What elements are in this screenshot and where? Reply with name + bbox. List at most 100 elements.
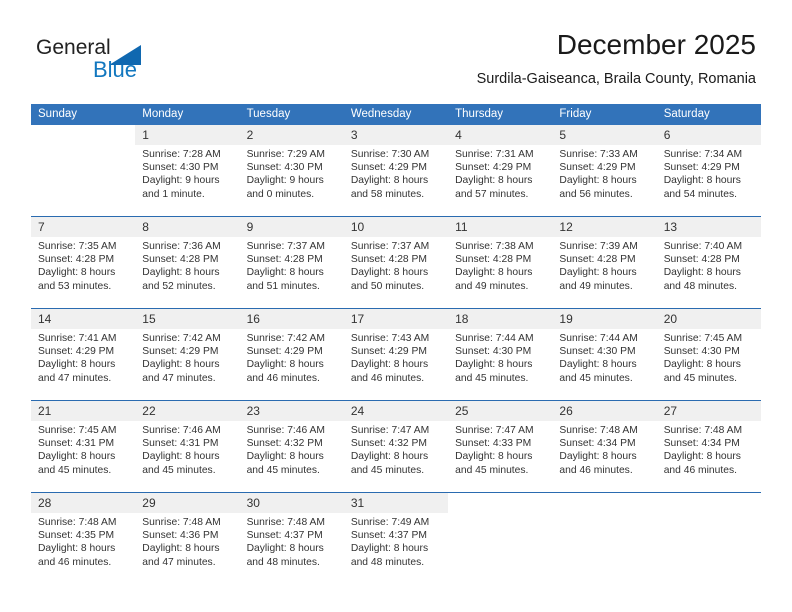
day-info-cell: Sunrise: 7:48 AM Sunset: 4:35 PM Daylight:…	[31, 513, 136, 584]
day-daylight-line: Daylight: 8 hours	[38, 451, 116, 463]
day-number[interactable]: 26	[552, 400, 657, 421]
day-sunrise-line: Sunrise: 7:42 AM	[246, 333, 325, 344]
day-daylight-line: and 47 minutes.	[38, 372, 112, 384]
day-daylight-line: and 46 minutes.	[663, 464, 737, 476]
day-number[interactable]: 29	[135, 492, 240, 513]
day-info-cell: Sunrise: 7:46 AM Sunset: 4:31 PM Daylight:…	[135, 421, 240, 493]
calendar-table: Sunday Monday Tuesday Wednesday Thursday…	[31, 104, 761, 584]
day-number[interactable]: 15	[135, 308, 240, 329]
title-block: December 2025 Surdila-Gaiseanca, Braila …	[477, 28, 756, 89]
day-daylight-line: Daylight: 8 hours	[350, 267, 429, 279]
weekday-header-friday: Friday	[552, 104, 657, 125]
day-daylight-line: and 45 minutes.	[350, 464, 425, 476]
day-sunset-line: Sunset: 4:28 PM	[142, 254, 219, 266]
day-number[interactable]: 7	[31, 216, 136, 237]
day-sunrise-line: Sunrise: 7:37 AM	[350, 241, 430, 252]
day-number[interactable]: 30	[239, 492, 344, 513]
weekday-header-thursday: Thursday	[448, 104, 553, 125]
day-daylight-line: and 58 minutes.	[350, 188, 425, 200]
weekday-header-sunday: Sunday	[31, 104, 136, 125]
day-daylight-line: and 53 minutes.	[38, 280, 112, 292]
day-sunset-line: Sunset: 4:30 PM	[455, 346, 532, 358]
day-info-cell: Sunrise: 7:31 AM Sunset: 4:29 PM Daylight:…	[448, 145, 553, 217]
day-number[interactable]: 1	[135, 125, 240, 145]
logo-text-blue: Blue	[93, 57, 138, 82]
day-sunset-line: Sunset: 4:28 PM	[559, 254, 636, 266]
day-number[interactable]: 19	[552, 308, 657, 329]
day-number[interactable]: 6	[656, 125, 761, 145]
day-info-cell: Sunrise: 7:36 AM Sunset: 4:28 PM Daylight:…	[135, 237, 240, 309]
day-sunrise-line: Sunrise: 7:49 AM	[350, 517, 430, 528]
day-daylight-line: and 45 minutes.	[455, 464, 529, 476]
day-number[interactable]: 17	[343, 308, 449, 329]
day-number[interactable]: 9	[239, 216, 344, 237]
day-number[interactable]: 13	[656, 216, 761, 237]
day-info-cell: Sunrise: 7:34 AM Sunset: 4:29 PM Daylight:…	[656, 145, 761, 217]
day-number[interactable]: 31	[343, 492, 449, 513]
day-info-cell: Sunrise: 7:42 AM Sunset: 4:29 PM Daylight:…	[135, 329, 240, 401]
day-number[interactable]: 4	[448, 125, 553, 145]
day-sunset-line: Sunset: 4:29 PM	[38, 346, 115, 358]
day-daylight-line: Daylight: 9 hours	[142, 175, 220, 187]
day-info-cell: Sunrise: 7:30 AM Sunset: 4:29 PM Daylight:…	[343, 145, 449, 217]
day-number[interactable]: 12	[552, 216, 657, 237]
day-info-cell: Sunrise: 7:44 AM Sunset: 4:30 PM Daylight:…	[448, 329, 553, 401]
day-sunset-line: Sunset: 4:29 PM	[455, 162, 532, 174]
day-cell-empty	[448, 492, 553, 513]
day-daylight-line: Daylight: 8 hours	[559, 359, 637, 371]
day-number[interactable]: 5	[552, 125, 657, 145]
day-number[interactable]: 25	[448, 400, 553, 421]
day-number[interactable]: 20	[656, 308, 761, 329]
day-number[interactable]: 16	[239, 308, 344, 329]
day-info-cell: Sunrise: 7:39 AM Sunset: 4:28 PM Daylight:…	[552, 237, 657, 309]
day-daylight-line: and 1 minute.	[142, 188, 205, 200]
day-number[interactable]: 11	[448, 216, 553, 237]
day-daylight-line: and 45 minutes.	[559, 372, 633, 384]
day-number[interactable]: 2	[239, 125, 344, 145]
day-sunset-line: Sunset: 4:35 PM	[38, 530, 115, 542]
day-daylight-line: and 48 minutes.	[663, 280, 737, 292]
day-daylight-line: Daylight: 8 hours	[246, 267, 324, 279]
day-number[interactable]: 10	[343, 216, 449, 237]
day-sunset-line: Sunset: 4:32 PM	[246, 438, 323, 450]
day-sunset-line: Sunset: 4:29 PM	[350, 346, 427, 358]
day-sunset-line: Sunset: 4:28 PM	[350, 254, 427, 266]
day-daylight-line: and 54 minutes.	[663, 188, 737, 200]
day-info-cell: Sunrise: 7:28 AM Sunset: 4:30 PM Daylight:…	[135, 145, 240, 217]
day-number[interactable]: 23	[239, 400, 344, 421]
day-info-cell: Sunrise: 7:47 AM Sunset: 4:32 PM Daylight:…	[343, 421, 449, 493]
weekday-header-monday: Monday	[135, 104, 240, 125]
day-sunrise-line: Sunrise: 7:37 AM	[246, 241, 325, 252]
day-number[interactable]: 18	[448, 308, 553, 329]
page-title: December 2025	[556, 29, 756, 60]
day-number[interactable]: 22	[135, 400, 240, 421]
day-number[interactable]: 3	[343, 125, 449, 145]
day-sunrise-line: Sunrise: 7:46 AM	[142, 425, 221, 436]
day-cell-empty	[31, 125, 136, 145]
day-daylight-line: Daylight: 8 hours	[455, 267, 533, 279]
day-number[interactable]: 8	[135, 216, 240, 237]
day-daylight-line: and 46 minutes.	[246, 372, 320, 384]
day-info-cell: Sunrise: 7:48 AM Sunset: 4:34 PM Daylight:…	[552, 421, 657, 493]
day-number[interactable]: 27	[656, 400, 761, 421]
day-sunset-line: Sunset: 4:30 PM	[246, 162, 323, 174]
day-info-cell: Sunrise: 7:47 AM Sunset: 4:33 PM Daylight:…	[448, 421, 553, 493]
day-daylight-line: Daylight: 8 hours	[142, 267, 220, 279]
day-daylight-line: and 46 minutes.	[350, 372, 425, 384]
day-number[interactable]: 14	[31, 308, 136, 329]
day-daylight-line: Daylight: 8 hours	[663, 451, 741, 463]
day-daylight-line: Daylight: 8 hours	[559, 175, 637, 187]
week-info-row: Sunrise: 7:28 AM Sunset: 4:30 PM Daylight:…	[31, 145, 761, 217]
day-daylight-line: and 45 minutes.	[38, 464, 112, 476]
day-daylight-line: and 46 minutes.	[559, 464, 633, 476]
general-blue-logo: General Blue	[36, 36, 216, 88]
day-info-cell: Sunrise: 7:49 AM Sunset: 4:37 PM Daylight:…	[343, 513, 449, 584]
day-number[interactable]: 28	[31, 492, 136, 513]
day-number[interactable]: 24	[343, 400, 449, 421]
day-daylight-line: Daylight: 8 hours	[142, 451, 220, 463]
day-info-cell: Sunrise: 7:48 AM Sunset: 4:37 PM Daylight:…	[239, 513, 344, 584]
day-sunrise-line: Sunrise: 7:45 AM	[663, 333, 743, 344]
day-number[interactable]: 21	[31, 400, 136, 421]
day-info-empty	[656, 513, 761, 584]
day-daylight-line: and 49 minutes.	[455, 280, 529, 292]
